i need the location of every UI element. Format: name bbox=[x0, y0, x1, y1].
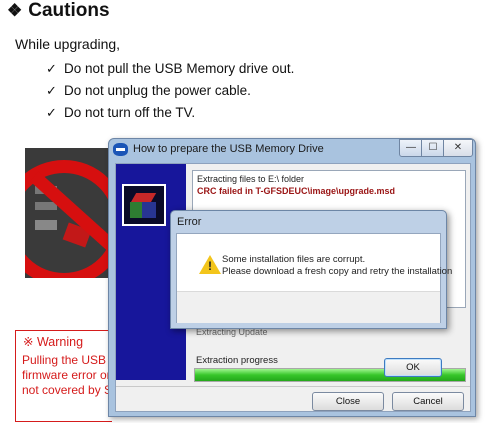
warning-text: Pulling the USB M firmware error or c no… bbox=[22, 353, 108, 398]
warning-line: not covered by Sa bbox=[22, 383, 108, 397]
checklist-item-text: Do not pull the USB Memory drive out. bbox=[64, 61, 295, 76]
page-title-text: Cautions bbox=[28, 0, 110, 21]
log-error-line: CRC failed in T-GFSDEUC\image\upgrade.ms… bbox=[197, 186, 396, 196]
checklist-item: ✓ Do not unplug the power cable. bbox=[46, 80, 294, 102]
error-dialog-footer: OK bbox=[177, 291, 442, 377]
checkmark-icon: ✓ bbox=[46, 61, 57, 76]
minimize-button[interactable]: — bbox=[399, 139, 423, 157]
tv-usb-prohibition-photo bbox=[25, 148, 115, 278]
window-close-button[interactable]: ✕ bbox=[443, 139, 473, 157]
page-title: ❖ Cautions bbox=[7, 0, 110, 22]
warning-line: firmware error or c bbox=[22, 368, 108, 382]
checkmark-icon: ✓ bbox=[46, 83, 57, 98]
error-dialog-body: ! Some installation files are corrupt. P… bbox=[176, 233, 452, 377]
ok-button[interactable]: OK bbox=[384, 358, 442, 377]
maximize-button[interactable]: ☐ bbox=[421, 139, 445, 157]
error-message-line: Some installation files are corrupt. bbox=[222, 254, 366, 265]
installer-title: How to prepare the USB Memory Drive bbox=[133, 143, 324, 155]
button-separator bbox=[116, 386, 470, 387]
checklist-item: ✓ Do not pull the USB Memory drive out. bbox=[46, 58, 294, 80]
installer-titlebar[interactable]: How to prepare the USB Memory Drive — ☐ … bbox=[109, 139, 475, 161]
diamond-bullet-icon: ❖ bbox=[7, 1, 23, 20]
cube-left-face bbox=[130, 202, 142, 218]
caution-checklist: ✓ Do not pull the USB Memory drive out. ✓… bbox=[46, 58, 294, 124]
checklist-item: ✓ Do not turn off the TV. bbox=[46, 102, 294, 124]
error-message-line: Please download a fresh copy and retry t… bbox=[222, 266, 453, 277]
error-dialog-title[interactable]: Error bbox=[177, 216, 201, 228]
warning-exclamation-icon: ! bbox=[208, 259, 212, 273]
checklist-item-text: Do not unplug the power cable. bbox=[64, 83, 251, 98]
warning-line: Pulling the USB M bbox=[22, 353, 108, 367]
warning-title: ※ Warning bbox=[23, 335, 84, 349]
close-button[interactable]: Close bbox=[312, 392, 384, 411]
progress-label: Extraction progress bbox=[196, 355, 278, 366]
intro-text: While upgrading, bbox=[15, 36, 121, 52]
checkmark-icon: ✓ bbox=[46, 105, 57, 120]
samsung-app-icon bbox=[113, 143, 128, 156]
checklist-item-text: Do not turn off the TV. bbox=[64, 105, 196, 120]
log-line: Extracting files to E:\ folder bbox=[197, 174, 305, 184]
cube-right-face bbox=[142, 202, 156, 218]
cancel-button[interactable]: Cancel bbox=[392, 392, 464, 411]
error-dialog: Error ! Some installation files are corr… bbox=[170, 210, 452, 377]
cube-logo-icon bbox=[122, 184, 166, 226]
